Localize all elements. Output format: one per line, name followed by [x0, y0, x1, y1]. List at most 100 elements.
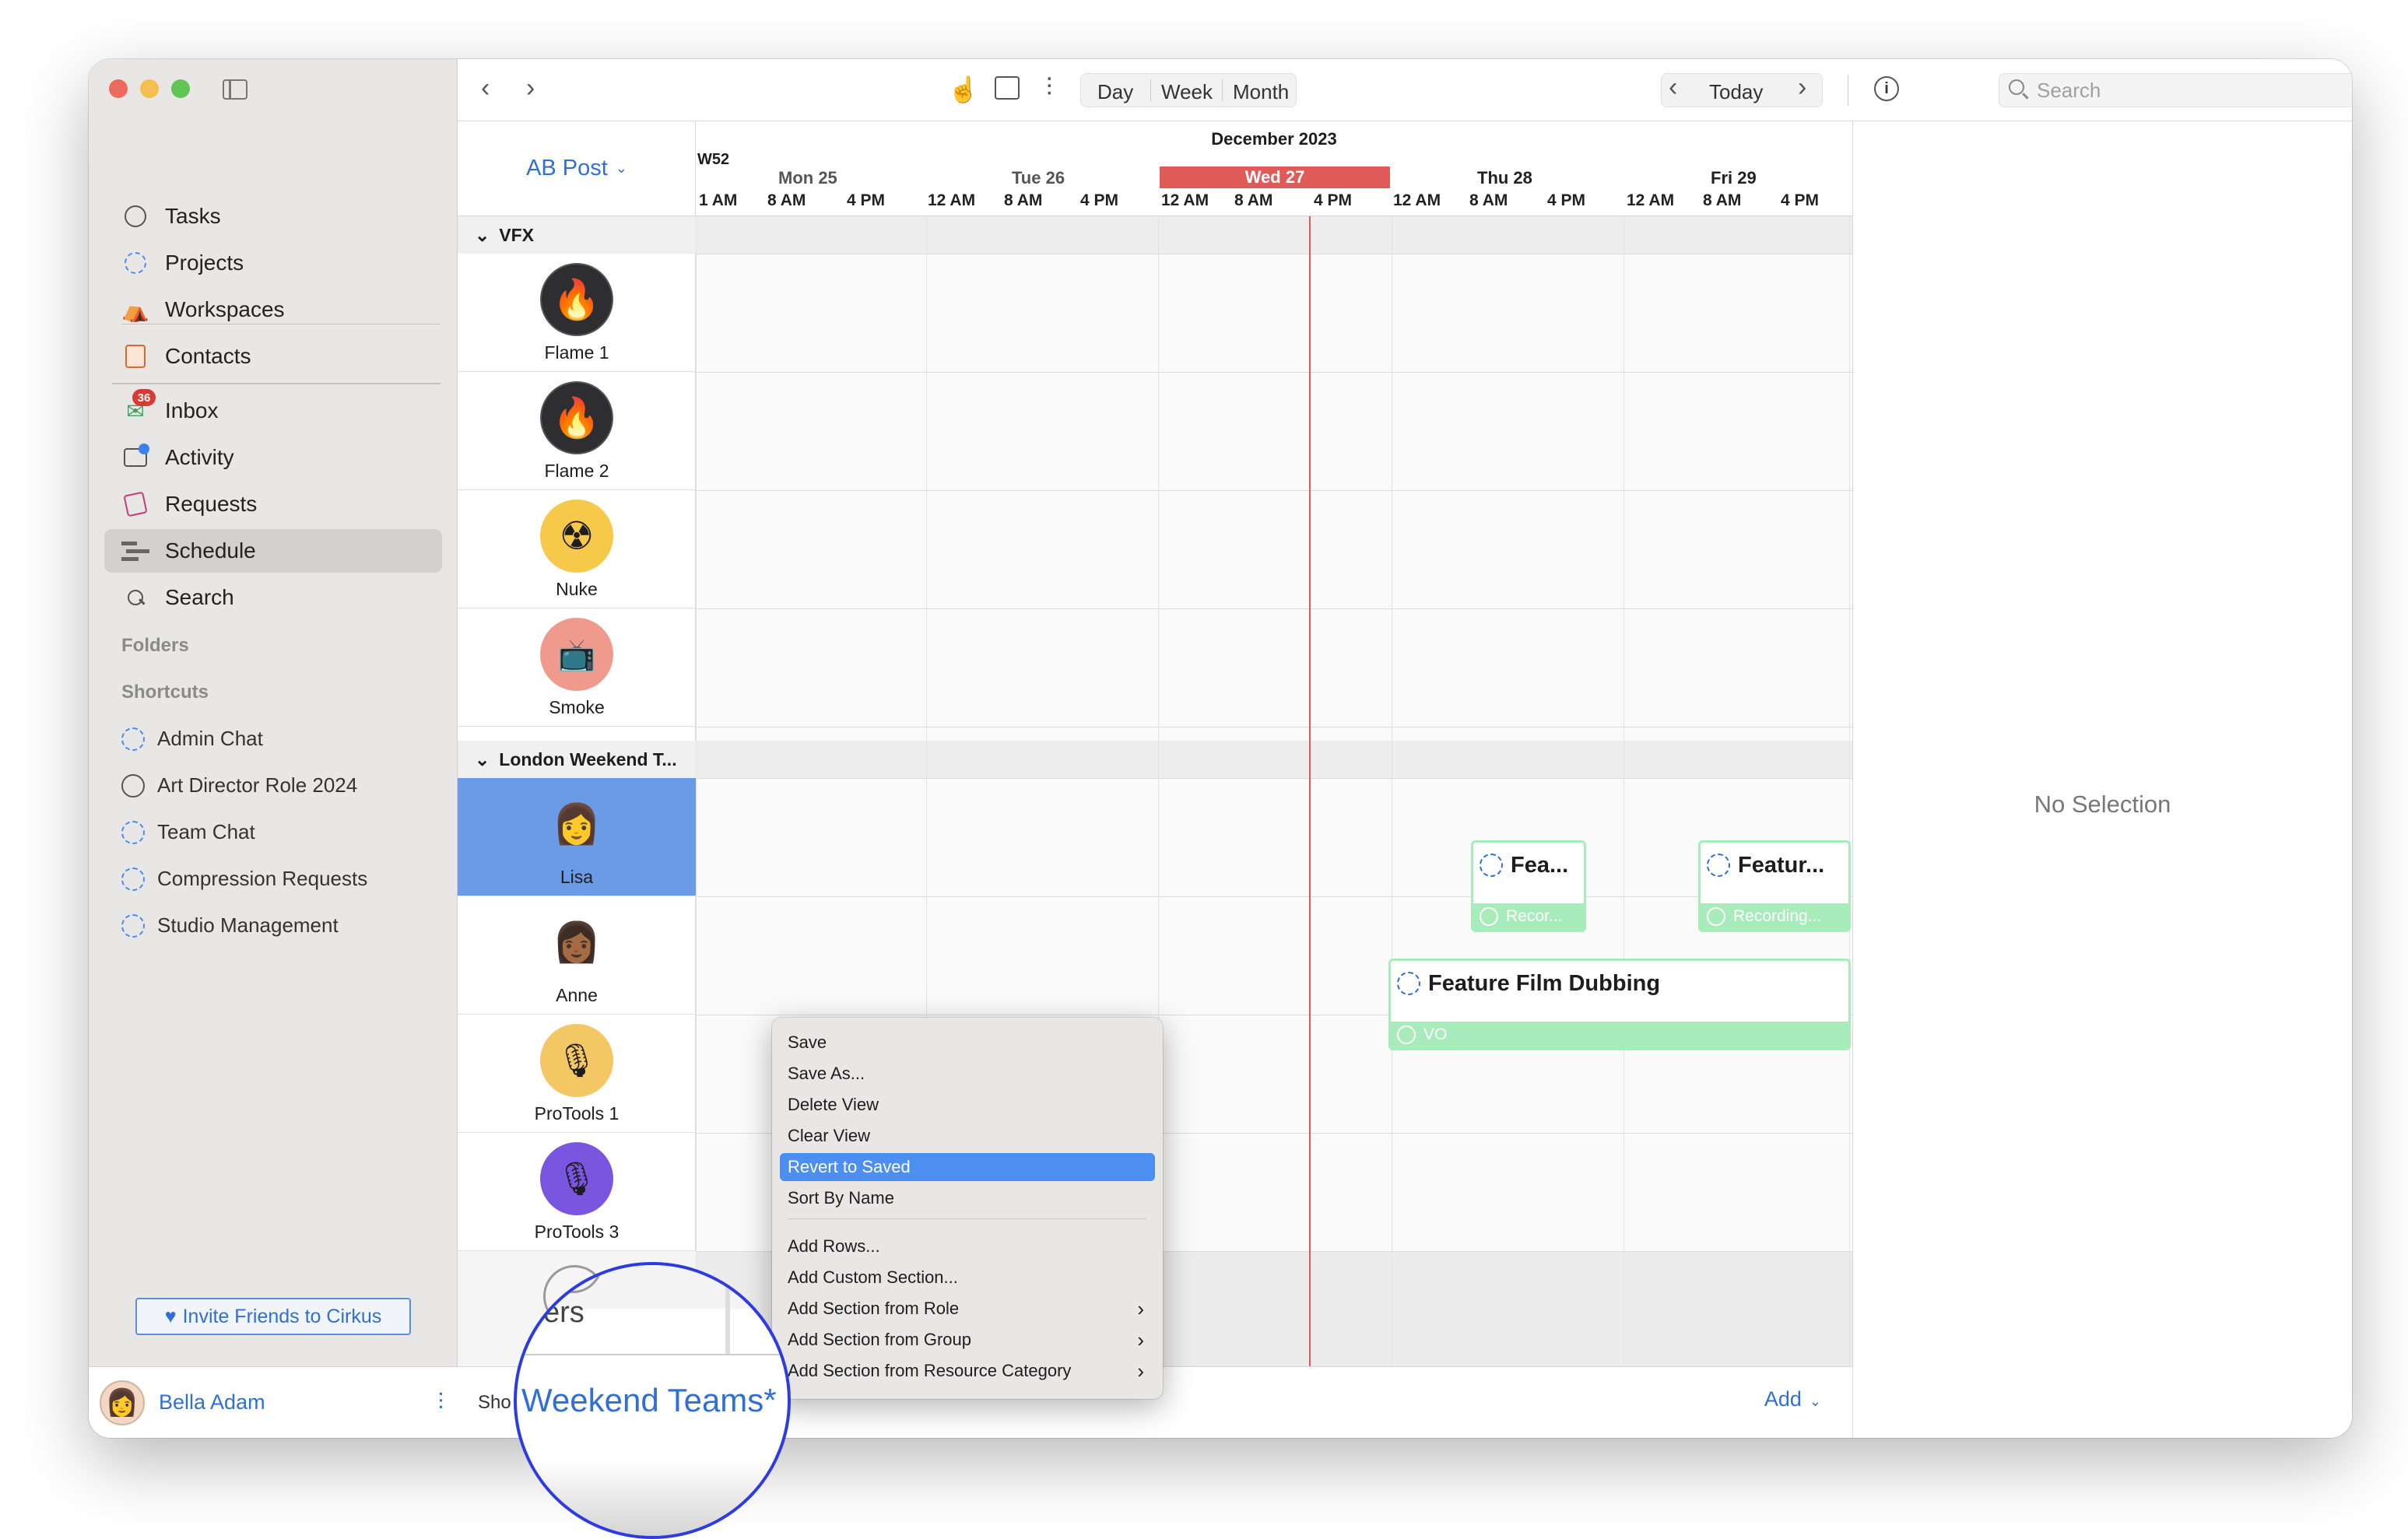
- close-window-button[interactable]: [109, 79, 128, 98]
- menu-item-label: Add Section from Role: [788, 1299, 960, 1318]
- avatar[interactable]: 👩: [100, 1379, 145, 1425]
- resource-label: Flame 2: [544, 461, 609, 481]
- saved-view-name[interactable]: Weekend Teams*: [521, 1382, 777, 1419]
- user-name[interactable]: Bella Adam: [159, 1390, 265, 1415]
- calendar-icon[interactable]: [995, 76, 1020, 100]
- hour-label: 8 AM: [767, 191, 806, 209]
- day-header-today[interactable]: Wed 27: [1160, 167, 1390, 188]
- day-header[interactable]: Thu 28: [1477, 168, 1532, 188]
- resource-row[interactable]: 🎙 ProTools 1: [458, 1015, 696, 1133]
- heart-icon: ♥: [164, 1305, 177, 1327]
- sidebar-item-projects[interactable]: Projects: [104, 241, 442, 285]
- shortcut-compression-requests[interactable]: Compression Requests: [121, 867, 367, 891]
- resource-row[interactable]: 🎙 ProTools 3: [458, 1133, 696, 1251]
- day-header[interactable]: Fri 29: [1711, 168, 1757, 188]
- menu-item-delete-view[interactable]: Delete View: [780, 1091, 1155, 1119]
- menu-item-add-custom-section[interactable]: Add Custom Section...: [780, 1264, 1155, 1292]
- dashed-circle-icon: [121, 727, 145, 751]
- sidebar-item-workspaces[interactable]: ⛺ Workspaces: [104, 288, 442, 331]
- group-header-vfx[interactable]: ⌄ VFX: [458, 216, 696, 254]
- schedule-event[interactable]: Feature Film Dubbing VO: [1388, 959, 1851, 1050]
- menu-item-sort-by-name[interactable]: Sort By Name: [780, 1184, 1155, 1212]
- menu-item-add-section-role[interactable]: Add Section from Role ›: [780, 1295, 1155, 1323]
- week-button[interactable]: Week: [1161, 80, 1213, 104]
- hour-label: 4 PM: [1781, 191, 1820, 209]
- menu-item-revert-to-saved[interactable]: Revert to Saved: [780, 1153, 1155, 1181]
- next-period-chevron-icon[interactable]: ›: [1798, 72, 1806, 103]
- day-header[interactable]: Mon 25: [778, 168, 837, 188]
- search-input[interactable]: Search: [1999, 73, 2352, 107]
- filter-sliders-icon[interactable]: ⫶: [438, 1390, 444, 1416]
- chevron-down-icon: ⌄: [475, 224, 490, 245]
- event-subtitle: Recording...: [1733, 907, 1822, 925]
- previous-period-chevron-icon[interactable]: ‹: [1669, 72, 1677, 103]
- circle-icon: [1707, 907, 1725, 926]
- timeline-header: December 2023 W52 Mon 25 Tue 26 Wed 27 T…: [696, 121, 1852, 216]
- group-band: [696, 741, 1852, 778]
- schedule-event[interactable]: Fea... Recor...: [1471, 840, 1586, 932]
- hour-label: 12 AM: [928, 191, 976, 209]
- sidebar-item-inbox[interactable]: ✉ 36 Inbox: [104, 389, 442, 433]
- sidebar-item-tasks[interactable]: Tasks: [104, 195, 442, 238]
- sidebar-item-search[interactable]: Search: [104, 576, 442, 619]
- menu-item-add-section-group[interactable]: Add Section from Group ›: [780, 1326, 1155, 1354]
- sidebar-item-contacts[interactable]: Contacts: [104, 335, 442, 378]
- resource-row[interactable]: ☢ Nuke: [458, 490, 696, 608]
- sidebar-item-label: Projects: [165, 251, 244, 275]
- view-selector[interactable]: AB Post ⌄: [458, 121, 696, 216]
- resource-label: Smoke: [549, 697, 605, 717]
- group-header-london-weekend[interactable]: ⌄ London Weekend T...: [458, 741, 696, 778]
- zoom-window-button[interactable]: [171, 79, 190, 98]
- hour-label: 8 AM: [1703, 191, 1742, 209]
- inbox-icon: ✉ 36: [121, 389, 156, 425]
- sidebar-item-requests[interactable]: Requests: [104, 482, 442, 526]
- shortcuts-heading: Shortcuts: [121, 682, 209, 703]
- sliders-icon[interactable]: ⫶: [1046, 73, 1052, 103]
- menu-item-add-section-resource-category[interactable]: Add Section from Resource Category ›: [780, 1357, 1155, 1385]
- shortcut-team-chat[interactable]: Team Chat: [121, 820, 255, 844]
- sidebar-toggle-icon[interactable]: [223, 79, 247, 100]
- chevron-down-icon: ⌄: [475, 748, 490, 770]
- sidebar-item-schedule[interactable]: Schedule: [104, 529, 442, 573]
- shortcut-label: Art Director Role 2024: [157, 773, 358, 797]
- group-label: VFX: [499, 224, 535, 245]
- shortcut-art-director-role[interactable]: Art Director Role 2024: [121, 773, 357, 798]
- menu-item-add-rows[interactable]: Add Rows...: [780, 1232, 1155, 1260]
- shortcut-label: Admin Chat: [157, 727, 263, 750]
- minimize-window-button[interactable]: [140, 79, 159, 98]
- resource-row[interactable]: 👩 Lisa: [458, 778, 696, 896]
- resource-row[interactable]: 📺 Smoke: [458, 608, 696, 727]
- resource-row[interactable]: 🔥 Flame 2: [458, 372, 696, 490]
- dashed-circle-icon: [1707, 854, 1730, 877]
- forward-chevron-icon[interactable]: ›: [526, 73, 535, 103]
- day-header[interactable]: Tue 26: [1012, 168, 1065, 188]
- schedule-event[interactable]: Featur... Recording...: [1698, 840, 1851, 932]
- flame-icon: 🔥: [540, 263, 613, 336]
- sidebar-item-activity[interactable]: Activity: [104, 436, 442, 479]
- info-icon[interactable]: i: [1874, 76, 1899, 101]
- day-button[interactable]: Day: [1097, 80, 1133, 104]
- add-menu-button[interactable]: Add ⌄: [1764, 1387, 1821, 1411]
- add-label: Add: [1764, 1387, 1802, 1411]
- menu-item-clear-view[interactable]: Clear View: [780, 1122, 1155, 1150]
- chevron-right-icon: ›: [1137, 1296, 1144, 1320]
- resource-label: Nuke: [556, 579, 598, 599]
- hour-label: 1 AM: [699, 191, 738, 209]
- invite-friends-button[interactable]: ♥ Invite Friends to Cirkus: [135, 1298, 411, 1335]
- pointer-tool-icon[interactable]: ☝: [948, 75, 979, 104]
- resource-row[interactable]: 👩🏾 Anne: [458, 896, 696, 1015]
- group-band: [696, 216, 1852, 254]
- shortcut-admin-chat[interactable]: Admin Chat: [121, 727, 263, 751]
- resource-row[interactable]: 🔥 Flame 1: [458, 254, 696, 372]
- back-chevron-icon[interactable]: ‹: [481, 73, 490, 103]
- shortcut-label: Studio Management: [157, 913, 339, 937]
- sidebar-item-label: Workspaces: [165, 297, 285, 321]
- hour-label: 4 PM: [1080, 191, 1119, 209]
- today-button[interactable]: Today: [1709, 80, 1763, 104]
- menu-item-save-as[interactable]: Save As...: [780, 1060, 1155, 1088]
- shortcut-studio-management[interactable]: Studio Management: [121, 913, 339, 938]
- hour-label: 12 AM: [1161, 191, 1209, 209]
- group-label: London Weekend T...: [499, 748, 677, 770]
- month-button[interactable]: Month: [1233, 80, 1289, 104]
- menu-item-save[interactable]: Save: [780, 1029, 1155, 1057]
